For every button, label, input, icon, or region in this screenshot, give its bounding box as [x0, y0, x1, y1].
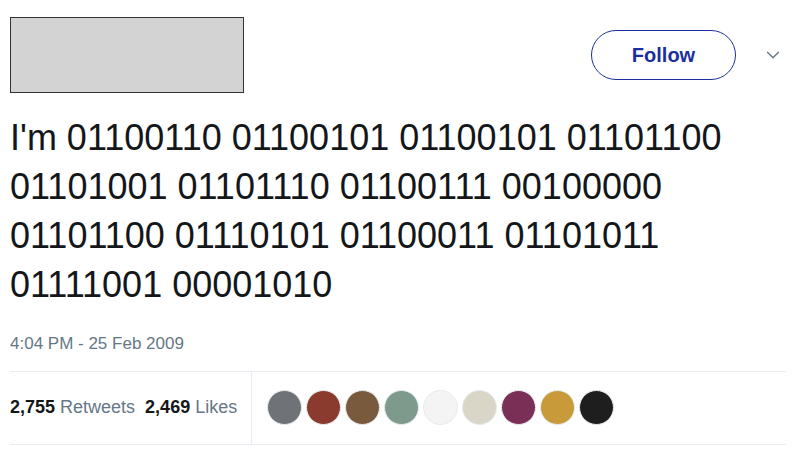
stat-item[interactable]: 2,469 Likes: [145, 394, 237, 421]
follow-button[interactable]: Follow: [591, 30, 736, 80]
redacted-author: [10, 17, 244, 93]
liked-by-avatars: [252, 390, 614, 425]
user-avatar[interactable]: [540, 390, 575, 425]
user-avatar[interactable]: [501, 390, 536, 425]
user-avatar[interactable]: [267, 390, 302, 425]
user-avatar[interactable]: [462, 390, 497, 425]
user-avatar[interactable]: [384, 390, 419, 425]
tweet-timestamp[interactable]: 4:04 PM - 25 Feb 2009: [0, 331, 802, 357]
user-avatar[interactable]: [306, 390, 341, 425]
tweet-header: Follow: [0, 0, 802, 93]
tweet-stats: 2,755 Retweets 2,469 Likes: [10, 371, 786, 445]
stat-item[interactable]: 2,755 Retweets: [10, 394, 135, 421]
tweet-text: I'm 01100110 01100101 01100101 01101100 …: [0, 113, 802, 309]
tweet-card: Follow I'm 01100110 01100101 01100101 011…: [0, 0, 802, 456]
user-avatar[interactable]: [345, 390, 380, 425]
user-avatar[interactable]: [423, 390, 458, 425]
chevron-down-icon[interactable]: [762, 44, 784, 66]
user-avatar[interactable]: [579, 390, 614, 425]
